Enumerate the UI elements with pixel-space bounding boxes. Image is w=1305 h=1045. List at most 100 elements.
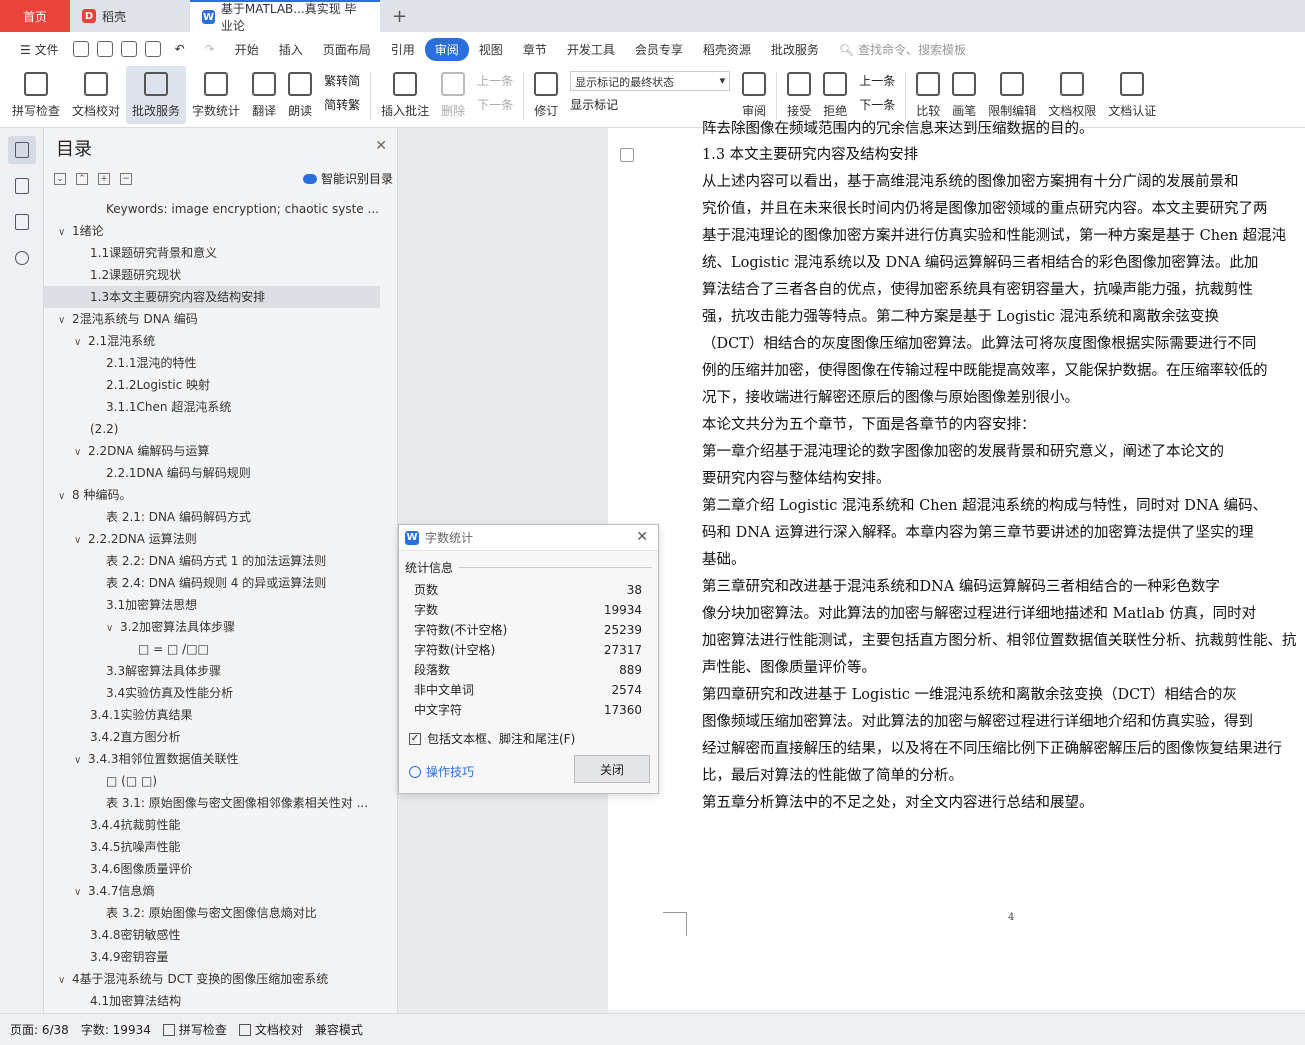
print-icon[interactable] bbox=[120, 41, 137, 57]
show-markup-button[interactable]: 显示标记 bbox=[570, 96, 730, 113]
toc-item[interactable]: 2.1.2Logistic 映射 bbox=[44, 374, 380, 396]
spell-check-button[interactable]: 拼写检查 bbox=[6, 66, 66, 124]
toc-item[interactable]: □ = □ /□□ bbox=[44, 638, 380, 660]
menu-insert[interactable]: 插入 bbox=[269, 41, 313, 58]
toc-item[interactable]: 3.4.4抗裁剪性能 bbox=[44, 814, 380, 836]
menu-daoke-resources[interactable]: 稻壳资源 bbox=[693, 41, 761, 58]
toc-item[interactable]: 表 3.2: 原始图像与密文图像信息熵对比 bbox=[44, 902, 380, 924]
toc-item[interactable]: 表 2.2: DNA 编码方式 1 的加法运算法则 bbox=[44, 550, 380, 572]
menu-member[interactable]: 会员专享 bbox=[625, 41, 693, 58]
toc-item[interactable]: 3.1.1Chen 超混沌系统 bbox=[44, 396, 380, 418]
close-icon[interactable]: ✕ bbox=[375, 138, 387, 154]
new-tab-button[interactable]: + bbox=[380, 0, 419, 32]
toc-item[interactable]: 表 3.1: 原始图像与密文图像相邻像素相关性对 ... bbox=[44, 792, 380, 814]
chevron-down-icon[interactable]: ∨ bbox=[74, 332, 88, 352]
toc-item[interactable]: □ (□ □) bbox=[44, 770, 380, 792]
close-button[interactable]: 关闭 bbox=[574, 755, 650, 783]
toc-item[interactable]: 1.1课题研究背景和意义 bbox=[44, 242, 380, 264]
next-comment-button[interactable]: 下一条 bbox=[477, 96, 513, 113]
toc-item[interactable]: 3.3解密算法具体步骤 bbox=[44, 660, 380, 682]
toc-item[interactable]: ∨ 3.2加密算法具体步骤 bbox=[44, 616, 380, 638]
markup-display-select[interactable]: 显示标记的最终状态 ▾ bbox=[570, 70, 731, 91]
read-aloud-button[interactable]: 朗读 bbox=[282, 66, 318, 124]
save-icon[interactable] bbox=[72, 41, 89, 57]
toc-item[interactable]: 4.1加密算法结构 bbox=[44, 990, 380, 1012]
tab-home[interactable]: 首页 bbox=[0, 0, 70, 32]
chevron-down-icon[interactable]: ∨ bbox=[106, 618, 120, 638]
track-changes-button[interactable]: 修订 bbox=[528, 66, 564, 124]
page-indicator[interactable]: 页面: 6/38 bbox=[10, 1021, 69, 1038]
toc-item[interactable]: ∨ 2.2.2DNA 运算法则 bbox=[44, 528, 380, 550]
close-icon[interactable]: ✕ bbox=[636, 529, 648, 545]
chevron-down-icon[interactable]: ∨ bbox=[74, 442, 88, 462]
toc-item[interactable]: ∨ 3.4.3相邻位置数据值关联性 bbox=[44, 748, 380, 770]
tab-daoke[interactable]: D 稻壳 bbox=[70, 0, 190, 32]
spell-check-status[interactable]: 拼写检查 bbox=[162, 1021, 227, 1038]
toc-item[interactable]: (2.2) bbox=[44, 418, 380, 440]
collapse-all-icon[interactable]: ⌃ bbox=[76, 173, 88, 185]
toc-item[interactable]: 表 2.1: DNA 编码解码方式 bbox=[44, 506, 380, 528]
toc-item[interactable]: 3.1加密算法思想 bbox=[44, 594, 380, 616]
toc-item[interactable]: 2.1.1混沌的特性 bbox=[44, 352, 380, 374]
preview-icon[interactable] bbox=[144, 41, 161, 57]
bookmark-pane-button[interactable] bbox=[8, 208, 36, 236]
menu-devtools[interactable]: 开发工具 bbox=[557, 41, 625, 58]
export-icon[interactable] bbox=[96, 41, 113, 57]
toc-item[interactable]: 3.4.8密钥敏感性 bbox=[44, 924, 380, 946]
find-pane-button[interactable] bbox=[8, 244, 36, 272]
toc-item[interactable]: 表 2.4: DNA 编码规则 4 的异或运算法则 bbox=[44, 572, 380, 594]
delete-comment-button[interactable]: 删除 bbox=[435, 66, 471, 124]
simp-to-trad-button[interactable]: 简转繁 bbox=[324, 96, 360, 113]
toc-item[interactable]: 3.4.6图像质量评价 bbox=[44, 858, 380, 880]
chevron-down-icon[interactable]: ∨ bbox=[58, 486, 72, 506]
toc-item[interactable]: 3.4.5抗噪声性能 bbox=[44, 836, 380, 858]
document-page[interactable]: 4 阵去除图像在频域范围内的冗余信息来达到压缩数据的目的。 1.3 本文主要研究内… bbox=[608, 121, 1305, 1010]
word-count-button[interactable]: 字数统计 bbox=[186, 66, 246, 124]
chevron-down-icon[interactable]: ∨ bbox=[74, 530, 88, 550]
correction-service-button[interactable]: 批改服务 bbox=[126, 66, 187, 124]
translate-button[interactable]: 翻译 bbox=[246, 66, 282, 124]
tips-link[interactable]: 操作技巧 bbox=[409, 763, 474, 780]
doc-cert-button[interactable]: 文档认证 bbox=[1102, 66, 1162, 124]
doc-check-button[interactable]: 文档校对 bbox=[66, 66, 126, 124]
menu-start[interactable]: 开始 bbox=[225, 41, 269, 58]
toc-item[interactable]: 2.2.1DNA 编码与解码规则 bbox=[44, 462, 380, 484]
next-change-button[interactable]: 下一条 bbox=[859, 96, 895, 113]
search-command[interactable]: 🔍︎ 查找命令、搜索模板 bbox=[829, 41, 976, 58]
menu-review[interactable]: 审阅 bbox=[424, 37, 469, 61]
toc-pane-button[interactable] bbox=[7, 136, 36, 164]
chevron-down-icon[interactable]: ∨ bbox=[58, 222, 72, 242]
menu-layout[interactable]: 页面布局 bbox=[313, 41, 381, 58]
toc-item[interactable]: 1.2课题研究现状 bbox=[44, 264, 380, 286]
chevron-down-icon[interactable]: ∨ bbox=[74, 882, 88, 902]
menu-reference[interactable]: 引用 bbox=[381, 41, 425, 58]
toc-item[interactable]: ∨ 8 种编码。 bbox=[44, 484, 380, 506]
toc-item[interactable]: ∨ 2.1混沌系统 bbox=[44, 330, 380, 352]
include-textbox-checkbox[interactable]: ✓ 包括文本框、脚注和尾注(F) bbox=[409, 730, 658, 747]
chevron-down-icon[interactable]: ∨ bbox=[58, 310, 72, 330]
toc-item[interactable]: ∨ 2混沌系统与 DNA 编码 bbox=[44, 308, 380, 330]
toc-item[interactable]: ∨ 4基于混沌系统与 DCT 变换的图像压缩加密系统 bbox=[44, 968, 380, 990]
redo-icon[interactable]: ↷ bbox=[195, 42, 225, 56]
menu-file[interactable]: ☰ 文件 bbox=[10, 41, 69, 58]
toc-item[interactable]: Keywords: image encryption; chaotic syst… bbox=[44, 198, 380, 220]
chevron-down-icon[interactable]: ∨ bbox=[58, 970, 72, 990]
tab-document[interactable]: W 基于MATLAB...真实现 毕业论 bbox=[190, 0, 380, 33]
insert-comment-button[interactable]: 插入批注 bbox=[375, 66, 435, 124]
add-heading-icon[interactable]: + bbox=[98, 173, 110, 185]
doc-check-status[interactable]: 文档校对 bbox=[238, 1021, 303, 1038]
menu-correction[interactable]: 批改服务 bbox=[761, 41, 829, 58]
remove-heading-icon[interactable]: − bbox=[120, 173, 132, 185]
chapter-pane-button[interactable] bbox=[8, 172, 36, 200]
undo-icon[interactable]: ↶ bbox=[165, 42, 195, 56]
expand-all-icon[interactable]: ⌄ bbox=[54, 173, 66, 185]
toc-item[interactable]: 3.4.9密钥容量 bbox=[44, 946, 380, 968]
toc-item[interactable]: 1.3本文主要研究内容及结构安排 bbox=[44, 286, 380, 308]
menu-chapter[interactable]: 章节 bbox=[513, 41, 557, 58]
trad-to-simp-button[interactable]: 繁转简 bbox=[324, 72, 360, 89]
smart-toc-button[interactable]: 智能识别目录 bbox=[302, 170, 393, 187]
prev-change-button[interactable]: 上一条 bbox=[859, 72, 895, 89]
toc-item[interactable]: ∨ 3.4.7信息熵 bbox=[44, 880, 380, 902]
chevron-down-icon[interactable]: ∨ bbox=[74, 750, 88, 770]
toc-item[interactable]: ∨ 2.2DNA 编解码与运算 bbox=[44, 440, 380, 462]
